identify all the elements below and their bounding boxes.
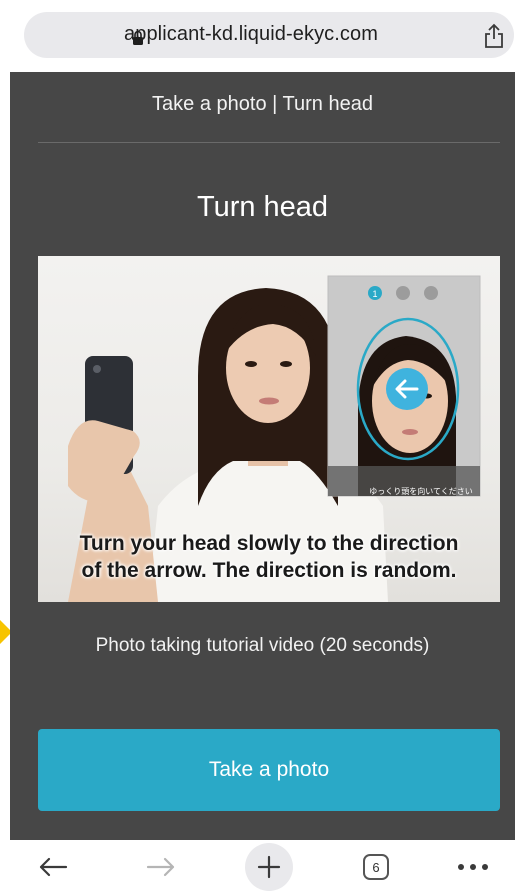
share-icon[interactable] bbox=[480, 22, 508, 50]
arrow-left-icon bbox=[386, 368, 428, 410]
new-tab-button[interactable] bbox=[242, 840, 296, 894]
tutorial-video[interactable]: 1 ゆっくり頭を向いてください Turn your head slowly to… bbox=[38, 256, 500, 602]
address-bar[interactable]: applicant-kd.liquid-ekyc.com bbox=[24, 12, 514, 58]
more-button[interactable] bbox=[450, 840, 496, 894]
tabs-button[interactable]: 6 bbox=[356, 840, 396, 894]
forward-arrow-icon bbox=[146, 857, 175, 877]
url-text[interactable]: applicant-kd.liquid-ekyc.com bbox=[124, 23, 378, 46]
main-content: Take a photo | Turn head Turn head 1 ゆっく… bbox=[10, 72, 515, 840]
back-button[interactable] bbox=[30, 840, 76, 894]
divider bbox=[38, 142, 500, 143]
svg-text:1: 1 bbox=[372, 289, 377, 299]
video-caption: Turn your head slowly to the direction o… bbox=[38, 530, 500, 584]
breadcrumb: Take a photo | Turn head bbox=[152, 93, 373, 115]
more-icon bbox=[458, 864, 488, 870]
back-arrow-icon bbox=[39, 857, 68, 877]
tab-count: 6 bbox=[363, 854, 389, 880]
inset-caption: ゆっくり頭を向いてください bbox=[369, 487, 473, 496]
forward-button[interactable] bbox=[138, 840, 184, 894]
browser-address-area: applicant-kd.liquid-ekyc.com bbox=[0, 0, 525, 72]
video-caption-line-2: of the arrow. The direction is random. bbox=[81, 559, 457, 582]
take-photo-button[interactable]: Take a photo bbox=[38, 729, 500, 811]
new-tab-circle bbox=[245, 843, 293, 891]
tutorial-label: Photo taking tutorial video (20 seconds) bbox=[95, 635, 430, 656]
plus-icon bbox=[257, 855, 281, 879]
browser-toolbar: 6 bbox=[0, 840, 525, 894]
video-caption-line-1: Turn your head slowly to the direction bbox=[79, 532, 459, 555]
page-title: Turn head bbox=[196, 191, 329, 223]
